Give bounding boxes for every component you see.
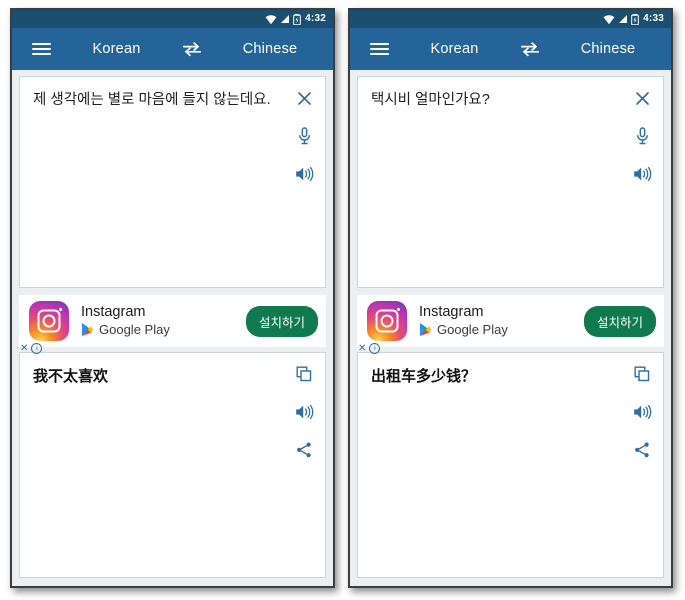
install-button[interactable]: 설치하기	[583, 305, 656, 337]
ad-footer-controls: ✕ i	[20, 343, 43, 354]
ad-text-block: Instagram Google Play	[419, 303, 584, 338]
app-screen: 제 생각에는 별로 마음에 들지 않는데요. Instagram Google …	[12, 70, 333, 586]
speaker-icon[interactable]	[631, 163, 653, 185]
app-bar: Korean Chinese	[12, 28, 333, 70]
result-action-icons	[629, 363, 655, 461]
share-icon[interactable]	[631, 439, 653, 461]
source-text-card[interactable]: 택시비 얼마인가요?	[357, 76, 664, 288]
ad-store-name: Google Play	[437, 322, 508, 338]
ad-close-icon[interactable]: ✕	[358, 343, 366, 354]
microphone-icon[interactable]	[631, 125, 653, 147]
target-language-selector[interactable]: Chinese	[215, 41, 325, 57]
source-language-selector[interactable]: Korean	[64, 41, 169, 57]
signal-icon	[619, 15, 628, 23]
translated-text: 出租车多少钱？	[371, 368, 477, 385]
phone-screenshot-right: 4:33 Korean Chinese 택시비 얼마인가요? Instagram…	[348, 8, 673, 588]
wifi-icon	[265, 14, 277, 24]
app-screen: 택시비 얼마인가요? Instagram Google Play 설치하기 ✕ …	[350, 70, 671, 586]
ad-store-row: Google Play	[81, 322, 246, 337]
status-clock: 4:33	[643, 13, 664, 24]
instagram-icon	[367, 301, 407, 341]
ad-info-icon[interactable]: i	[369, 343, 381, 354]
status-icons	[603, 13, 639, 25]
screenshot-pair: 4:32 Korean Chinese 제 생각에는 별로 마음에 들지 않는데…	[0, 0, 685, 600]
ad-store-name: Google Play	[99, 322, 170, 338]
phone-screenshot-left: 4:32 Korean Chinese 제 생각에는 별로 마음에 들지 않는데…	[10, 8, 335, 588]
hamburger-menu-icon[interactable]	[20, 43, 62, 55]
status-clock: 4:32	[305, 13, 326, 24]
ad-info-icon[interactable]: i	[31, 343, 43, 354]
battery-charging-icon	[631, 13, 639, 25]
instagram-icon	[29, 301, 69, 341]
share-icon[interactable]	[293, 439, 315, 461]
source-action-icons	[629, 87, 655, 185]
swap-languages-icon[interactable]	[169, 41, 215, 57]
google-play-icon	[82, 323, 94, 337]
close-icon[interactable]	[293, 87, 315, 109]
wifi-icon	[603, 14, 615, 24]
microphone-icon[interactable]	[293, 125, 315, 147]
speaker-icon[interactable]	[631, 401, 653, 423]
google-play-icon	[420, 323, 432, 337]
copy-icon[interactable]	[293, 363, 315, 385]
target-language-selector[interactable]: Chinese	[553, 41, 663, 57]
translated-text: 我不太喜欢	[33, 368, 109, 385]
ad-banner[interactable]: Instagram Google Play 설치하기 ✕ i	[357, 295, 664, 354]
battery-charging-icon	[293, 13, 301, 25]
source-text[interactable]: 택시비 얼마인가요?	[358, 77, 663, 111]
copy-icon[interactable]	[631, 363, 653, 385]
speaker-icon[interactable]	[293, 401, 315, 423]
source-text[interactable]: 제 생각에는 별로 마음에 들지 않는데요.	[20, 77, 325, 111]
speaker-icon[interactable]	[293, 163, 315, 185]
hamburger-menu-icon[interactable]	[358, 43, 400, 55]
ad-footer-controls: ✕ i	[358, 343, 381, 354]
app-bar: Korean Chinese	[350, 28, 671, 70]
source-action-icons	[291, 87, 317, 185]
result-action-icons	[291, 363, 317, 461]
signal-icon	[281, 15, 290, 23]
source-language-selector[interactable]: Korean	[402, 41, 507, 57]
status-bar: 4:33	[350, 10, 671, 28]
ad-app-name: Instagram	[81, 303, 146, 320]
close-icon[interactable]	[631, 87, 653, 109]
ad-app-name: Instagram	[419, 303, 484, 320]
status-bar: 4:32	[12, 10, 333, 28]
translation-result-card[interactable]: 出租车多少钱？	[357, 352, 664, 578]
source-text-card[interactable]: 제 생각에는 별로 마음에 들지 않는데요.	[19, 76, 326, 288]
install-button[interactable]: 설치하기	[245, 305, 318, 337]
ad-close-icon[interactable]: ✕	[20, 343, 28, 354]
translation-result-card[interactable]: 我不太喜欢	[19, 352, 326, 578]
swap-languages-icon[interactable]	[507, 41, 553, 57]
ad-text-block: Instagram Google Play	[81, 303, 246, 338]
ad-store-row: Google Play	[419, 322, 584, 337]
status-icons	[265, 13, 301, 25]
ad-banner[interactable]: Instagram Google Play 설치하기 ✕ i	[19, 295, 326, 354]
